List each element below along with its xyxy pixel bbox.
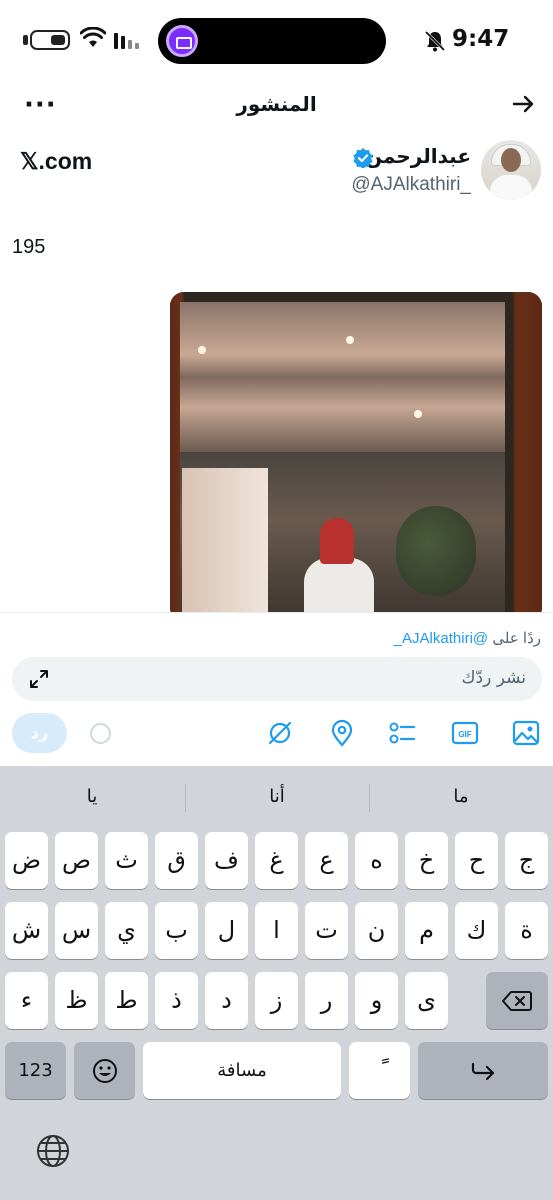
author-name[interactable]: عبدالرحمن <box>365 144 471 168</box>
key[interactable]: ة <box>505 902 548 959</box>
dynamic-island[interactable] <box>158 18 386 64</box>
status-time: 9:47 <box>452 26 510 52</box>
key[interactable]: ل <box>205 902 248 959</box>
author-row[interactable]: 𝕏.com عبدالرحمن @AJAlkathiri_ <box>0 140 553 204</box>
numbers-key[interactable]: 123 <box>5 1042 66 1099</box>
source-site-label: 𝕏.com <box>20 148 93 174</box>
return-key[interactable] <box>418 1042 548 1099</box>
key[interactable]: د <box>205 972 248 1029</box>
key[interactable]: ق <box>155 832 198 889</box>
key[interactable]: ا <box>255 902 298 959</box>
reply-composer: ردًا على @AJAlkathiri_ نشر ردّك رد GIF <box>0 612 553 768</box>
key[interactable]: ص <box>55 832 98 889</box>
grok-icon[interactable] <box>266 719 294 747</box>
author-handle[interactable]: @AJAlkathiri_ <box>351 174 471 196</box>
key[interactable]: ك <box>455 902 498 959</box>
live-activity-app-icon[interactable] <box>166 25 198 57</box>
key[interactable]: ف <box>205 832 248 889</box>
key[interactable]: ض <box>5 832 48 889</box>
emoji-icon <box>92 1059 117 1083</box>
key[interactable]: ى <box>405 972 448 1029</box>
key[interactable]: م <box>405 902 448 959</box>
reply-placeholder: نشر ردّك <box>461 668 526 688</box>
key[interactable]: ط <box>105 972 148 1029</box>
location-icon[interactable] <box>328 719 356 747</box>
key[interactable]: ظ <box>55 972 98 1029</box>
key[interactable]: س <box>55 902 98 959</box>
cellular-signal-icon <box>114 33 139 49</box>
reply-to-handle[interactable]: @AJAlkathiri_ <box>394 630 488 647</box>
gif-icon[interactable]: GIF <box>451 719 479 747</box>
delete-backward-icon <box>502 991 532 1011</box>
key[interactable]: ث <box>105 832 148 889</box>
key[interactable]: ذ <box>155 972 198 1029</box>
delete-key[interactable] <box>486 972 548 1029</box>
reply-button[interactable]: رد <box>12 713 67 753</box>
battery-tip <box>23 35 28 45</box>
suggestion-item[interactable]: أنا <box>185 786 369 807</box>
image-icon[interactable] <box>512 719 540 747</box>
emoji-key[interactable] <box>74 1042 135 1099</box>
reply-to-label: ردًا على @AJAlkathiri_ <box>394 629 541 647</box>
bell-slash-icon <box>424 30 446 52</box>
key[interactable]: ر <box>305 972 348 1029</box>
status-bar: 9:47 <box>0 0 553 82</box>
key[interactable]: ن <box>355 902 398 959</box>
key[interactable]: ب <box>155 902 198 959</box>
post-header: ··· المنشور <box>0 82 553 130</box>
key[interactable]: ح <box>455 832 498 889</box>
globe-icon[interactable] <box>36 1134 70 1168</box>
key[interactable]: ج <box>505 832 548 889</box>
reply-input[interactable]: نشر ردّك <box>12 657 542 701</box>
expand-icon[interactable] <box>28 668 50 690</box>
key[interactable]: ش <box>5 902 48 959</box>
back-arrow-icon[interactable] <box>511 92 535 116</box>
battery-icon <box>30 30 70 50</box>
key[interactable]: ه <box>355 832 398 889</box>
arabic-keyboard: ما أنا يا ج ح خ ه ع غ ف ق ث ص ض ة ك م ن … <box>0 766 553 1200</box>
reply-to-prefix: ردًا على <box>492 630 541 647</box>
poll-icon[interactable] <box>388 719 416 747</box>
post-image[interactable] <box>170 292 542 622</box>
verified-badge-icon <box>353 148 373 168</box>
key[interactable]: ع <box>305 832 348 889</box>
key[interactable]: خ <box>405 832 448 889</box>
space-key[interactable]: مسافة <box>143 1042 341 1099</box>
suggestion-bar: ما أنا يا <box>0 766 553 830</box>
wifi-icon <box>80 27 106 47</box>
key[interactable]: ء <box>5 972 48 1029</box>
key[interactable]: ت <box>305 902 348 959</box>
page-title: المنشور <box>236 92 317 116</box>
svg-text:GIF: GIF <box>458 730 471 739</box>
key[interactable]: غ <box>255 832 298 889</box>
key[interactable]: ي <box>105 902 148 959</box>
key[interactable]: و <box>355 972 398 1029</box>
tanween-key[interactable]: ً <box>349 1042 410 1099</box>
key[interactable]: ز <box>255 972 298 1029</box>
return-arrow-icon <box>471 1062 495 1081</box>
post-text: 195 <box>12 236 46 258</box>
suggestion-item[interactable]: ما <box>369 786 553 807</box>
suggestion-item[interactable]: يا <box>0 786 184 807</box>
author-avatar[interactable] <box>481 140 541 200</box>
reply-toolbar: رد GIF <box>0 713 553 755</box>
character-count-circle <box>90 723 111 744</box>
